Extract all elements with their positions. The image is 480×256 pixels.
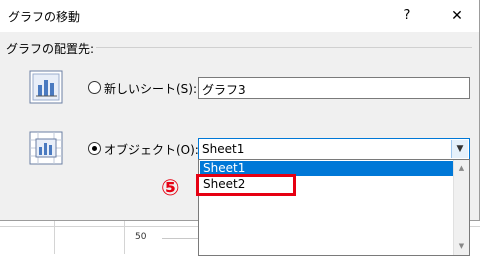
destination-group-label: グラフの配置先: [6, 42, 95, 56]
object-chart-icon [29, 131, 63, 165]
new-sheet-label: 新しいシート(S): [104, 82, 198, 96]
group-divider [96, 47, 472, 48]
dialog-title: グラフの移動 [8, 10, 81, 24]
dropdown-scrollbar[interactable]: ▲ ▼ [453, 160, 469, 255]
help-button[interactable]: ? [396, 5, 418, 27]
object-sheet-combobox[interactable]: Sheet1 ▼ [198, 138, 470, 160]
step-highlight-box [196, 174, 296, 196]
object-sheet-value: Sheet1 [202, 142, 245, 156]
object-label: オブジェクト(O): [104, 143, 199, 157]
chart-axis-tick-label: 50 [135, 232, 147, 242]
new-sheet-chart-icon [29, 70, 63, 104]
chart-gridline [162, 238, 202, 239]
new-sheet-name-input[interactable]: グラフ3 [198, 77, 470, 99]
close-button[interactable]: ✕ [445, 5, 469, 27]
new-sheet-name-value: グラフ3 [202, 83, 246, 97]
new-sheet-radio[interactable] [88, 81, 101, 94]
scroll-down-icon[interactable]: ▼ [454, 240, 469, 252]
chevron-down-icon[interactable]: ▼ [451, 140, 468, 158]
dialog-titlebar: グラフの移動 ? ✕ [0, 0, 479, 32]
scroll-up-icon[interactable]: ▲ [454, 162, 469, 174]
object-radio[interactable] [88, 142, 101, 155]
radio-selected-dot [92, 146, 97, 151]
step-number-marker: ⑤ [161, 176, 180, 201]
